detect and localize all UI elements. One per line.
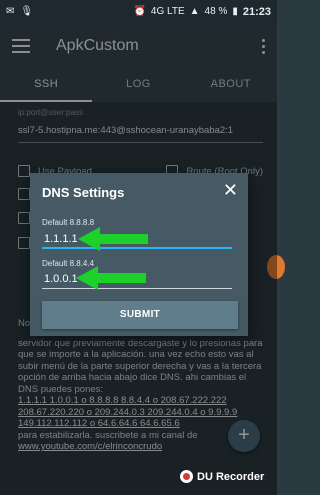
status-bar: ✉ 🎙 ⏰ 4G LTE ▲ 48 % ▮ 21:23	[0, 0, 277, 24]
annotation-arrow-1	[78, 227, 148, 251]
dns-settings-dialog: DNS Settings ✕ Default 8.8.8.8 1.1.1.1 D…	[30, 173, 248, 336]
clock: 21:23	[242, 6, 271, 18]
microphone-icon: 🎙	[20, 6, 34, 17]
annotation-arrow-2	[76, 266, 146, 290]
record-icon	[180, 470, 193, 483]
dialog-title: DNS Settings	[42, 185, 125, 200]
submit-button[interactable]: SUBMIT	[42, 301, 238, 329]
signal-icon: ▲	[189, 6, 200, 17]
recorder-watermark: DU Recorder	[180, 470, 264, 483]
network-label: 4G LTE	[150, 6, 185, 17]
alarm-icon: ⏰	[133, 6, 146, 17]
notification-icon: ✉	[6, 6, 15, 17]
battery-icon: ▮	[232, 6, 238, 17]
battery-level: 48 %	[204, 6, 228, 17]
close-icon[interactable]: ✕	[223, 181, 238, 199]
recorder-label: DU Recorder	[197, 470, 265, 483]
